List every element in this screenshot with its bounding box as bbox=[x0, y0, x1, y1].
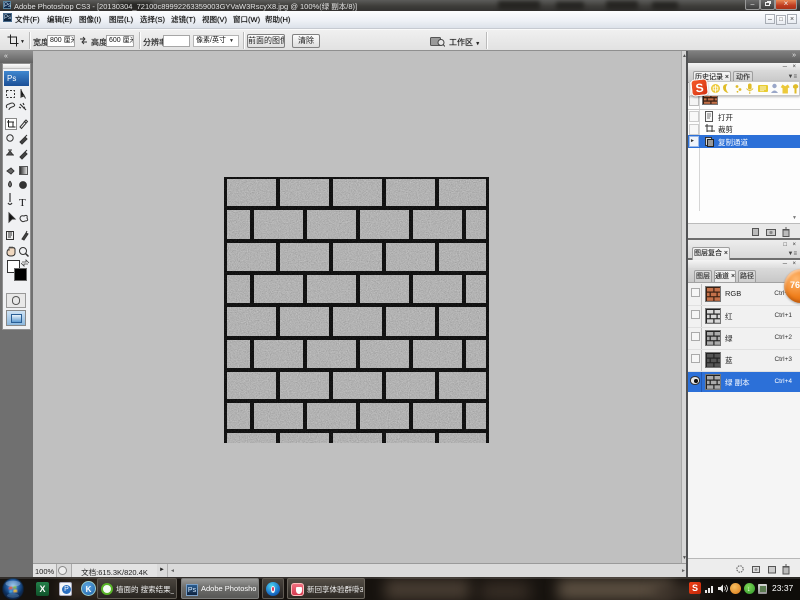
svg-text:T: T bbox=[19, 197, 26, 209]
